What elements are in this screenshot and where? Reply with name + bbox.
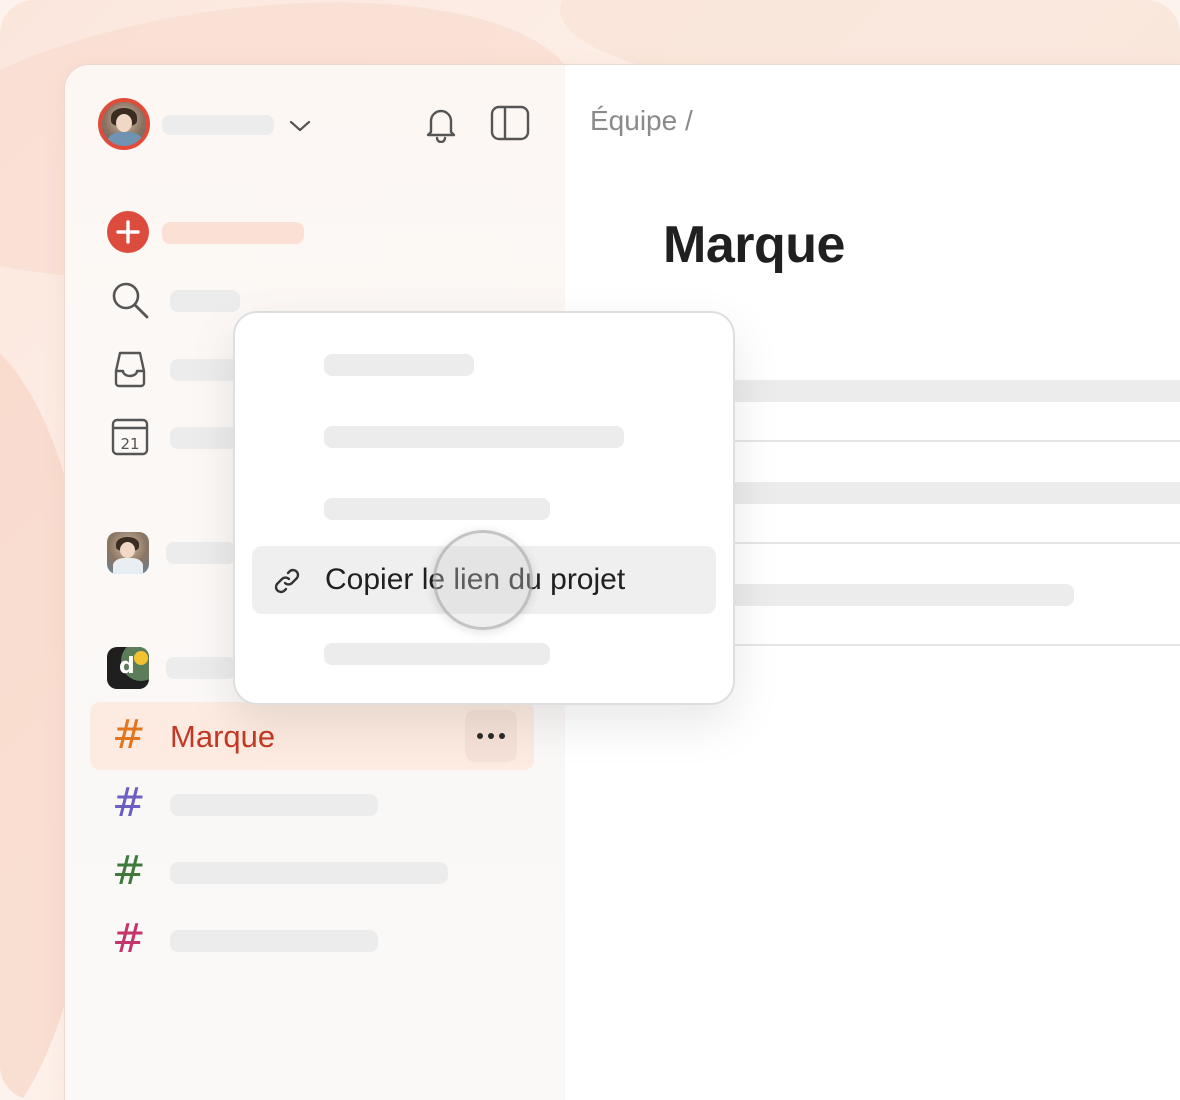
avatar-shirt — [113, 558, 143, 574]
project-hash-icon[interactable]: # — [112, 781, 146, 825]
user-name-placeholder[interactable] — [162, 115, 274, 135]
project-name-placeholder[interactable] — [170, 862, 448, 884]
project-hash-icon[interactable]: # — [112, 849, 146, 893]
page-title[interactable]: Marque — [663, 215, 845, 275]
menu-item-placeholder[interactable] — [324, 643, 550, 665]
sidebar-toggle-icon[interactable] — [489, 103, 531, 143]
sidebar-item-marque[interactable]: # Marque — [90, 702, 534, 770]
plus-icon — [116, 220, 140, 244]
inbox-label-placeholder[interactable] — [170, 359, 240, 381]
task-placeholder[interactable] — [730, 380, 1180, 402]
task-placeholder[interactable] — [730, 482, 1180, 504]
project-hash-icon[interactable]: # — [112, 917, 146, 961]
ellipsis-icon — [477, 733, 483, 739]
personal-section-placeholder[interactable] — [166, 542, 236, 564]
team-logo-letter: d — [119, 654, 135, 679]
project-name-placeholder[interactable] — [170, 930, 378, 952]
menu-item-placeholder[interactable] — [324, 354, 474, 376]
link-icon — [272, 566, 302, 601]
search-label-placeholder[interactable] — [170, 290, 240, 312]
add-task-label-placeholder[interactable] — [162, 222, 304, 244]
calendar-icon[interactable]: 21 — [109, 416, 151, 458]
add-task-button[interactable] — [107, 211, 149, 253]
divider — [730, 440, 1180, 442]
click-indicator — [433, 530, 533, 630]
calendar-day-number: 21 — [120, 435, 139, 453]
today-label-placeholder[interactable] — [170, 427, 240, 449]
team-logo[interactable]: d — [107, 647, 149, 689]
breadcrumb[interactable]: Équipe / — [590, 105, 693, 137]
divider — [730, 542, 1180, 544]
project-context-menu: Copier le lien du projet — [235, 313, 733, 703]
ellipsis-icon — [488, 733, 494, 739]
ellipsis-icon — [499, 733, 505, 739]
inbox-icon[interactable] — [109, 348, 151, 390]
team-section-placeholder[interactable] — [166, 657, 236, 679]
more-options-button[interactable] — [465, 710, 517, 762]
user-avatar[interactable] — [98, 98, 150, 150]
menu-item-placeholder[interactable] — [324, 426, 624, 448]
divider — [730, 644, 1180, 646]
project-hash-icon: # — [112, 712, 146, 758]
bell-icon[interactable] — [421, 103, 461, 145]
chevron-down-icon[interactable] — [287, 113, 313, 139]
avatar-face — [116, 114, 132, 132]
team-logo-dot — [134, 651, 148, 665]
menu-item-placeholder[interactable] — [324, 498, 550, 520]
personal-projects-avatar[interactable] — [107, 532, 149, 574]
avatar-shirt — [108, 132, 142, 146]
sidebar-item-label: Marque — [170, 719, 276, 754]
search-icon[interactable] — [109, 279, 151, 321]
project-name-placeholder[interactable] — [170, 794, 378, 816]
avatar-face — [120, 542, 135, 558]
task-placeholder[interactable] — [730, 584, 1074, 606]
